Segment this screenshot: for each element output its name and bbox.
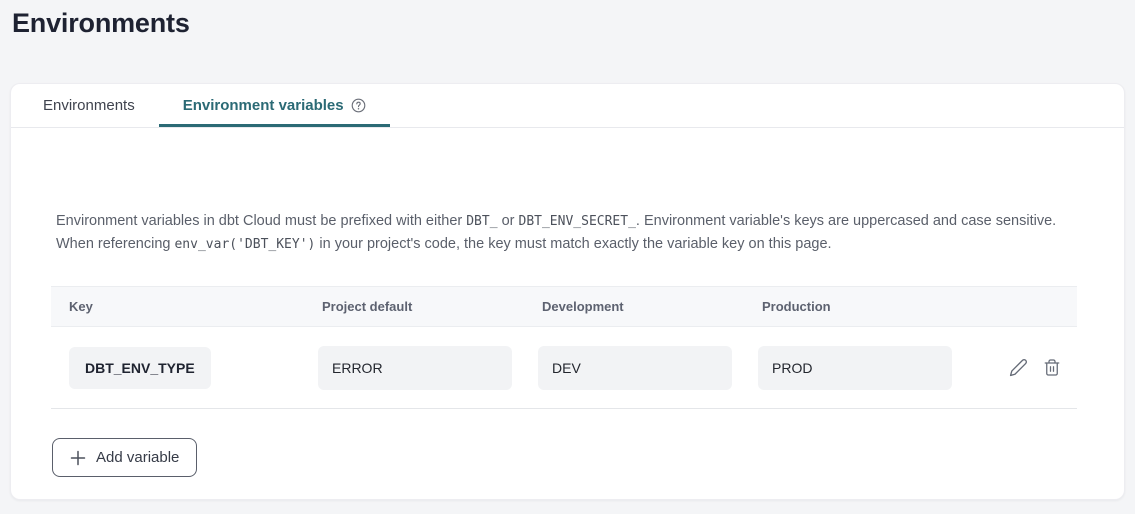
row-actions: [964, 358, 1077, 377]
plus-icon: [70, 450, 86, 466]
environment-variables-table: Key Project default Development Producti…: [51, 286, 1077, 409]
code-dbt-env-secret-prefix: DBT_ENV_SECRET_: [519, 214, 636, 229]
development-cell: DEV: [524, 346, 744, 390]
page-title: Environments: [12, 8, 1135, 39]
project-default-cell: ERROR: [304, 346, 524, 390]
column-header-key: Key: [51, 299, 304, 314]
tab-environments[interactable]: Environments: [19, 84, 159, 127]
description-segment: in your project's code, the key must mat…: [315, 236, 831, 252]
tab-bar: Environments Environment variables: [11, 84, 1124, 128]
table-header-row: Key Project default Development Producti…: [51, 286, 1077, 327]
variable-key-cell: DBT_ENV_TYPE: [51, 347, 304, 389]
tab-environment-variables[interactable]: Environment variables: [159, 84, 390, 127]
tab-environment-variables-label: Environment variables: [183, 97, 344, 114]
edit-pencil-icon[interactable]: [1009, 358, 1028, 377]
tab-environments-label: Environments: [43, 97, 135, 114]
code-env-var-example: env_var('DBT_KEY'): [174, 237, 315, 252]
development-value[interactable]: DEV: [538, 346, 732, 390]
description-segment: Environment variables in dbt Cloud must …: [56, 213, 466, 229]
delete-trash-icon[interactable]: [1043, 358, 1061, 377]
code-dbt-prefix: DBT_: [466, 214, 497, 229]
question-circle-icon[interactable]: [351, 98, 366, 113]
variable-key-chip: DBT_ENV_TYPE: [69, 347, 211, 389]
table-row: DBT_ENV_TYPE ERROR DEV PROD: [51, 327, 1077, 409]
environment-variables-card: Environments Environment variables Envir…: [10, 83, 1125, 500]
tab-content: Environment variables in dbt Cloud must …: [11, 210, 1124, 477]
project-default-value[interactable]: ERROR: [318, 346, 512, 390]
column-header-project-default: Project default: [304, 299, 524, 314]
production-cell: PROD: [744, 346, 964, 390]
description-segment: or: [498, 213, 519, 229]
production-value[interactable]: PROD: [758, 346, 952, 390]
add-variable-label: Add variable: [96, 449, 179, 466]
column-header-production: Production: [744, 299, 964, 314]
description-text: Environment variables in dbt Cloud must …: [56, 210, 1079, 256]
column-header-development: Development: [524, 299, 744, 314]
add-variable-button[interactable]: Add variable: [52, 438, 197, 477]
